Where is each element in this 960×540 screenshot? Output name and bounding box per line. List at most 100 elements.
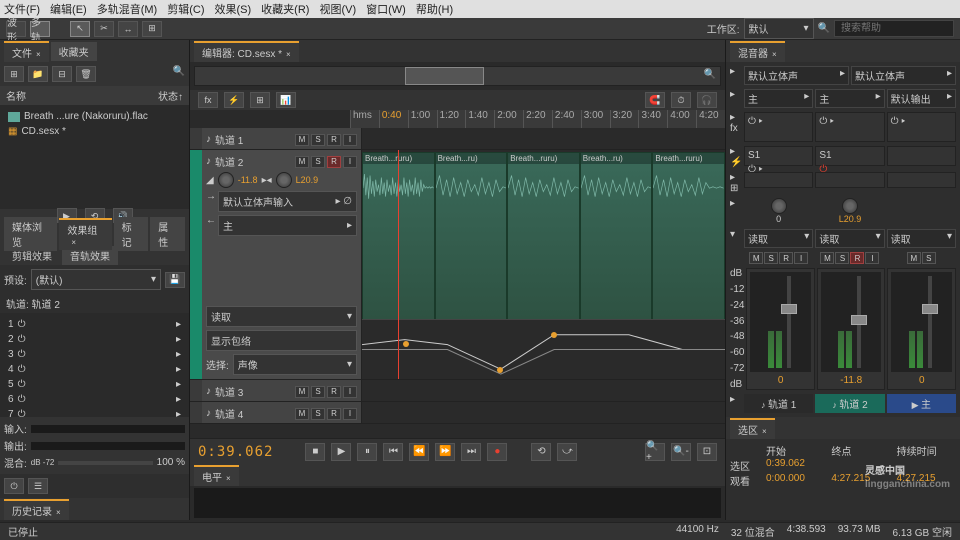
- record-button[interactable]: ●: [487, 443, 507, 461]
- monitor-button[interactable]: I: [343, 134, 357, 146]
- mixer-bus-dropdown[interactable]: 主▸: [815, 89, 884, 108]
- automation-dropdown[interactable]: 读取▾: [744, 229, 813, 248]
- fx-slot[interactable]: 3 ⏻▸: [4, 347, 185, 362]
- record-button[interactable]: R: [779, 252, 793, 264]
- channel-name[interactable]: ▶ 主: [887, 394, 956, 413]
- mixer-output-dropdown[interactable]: 默认立体声▸: [744, 66, 849, 85]
- solo-button[interactable]: S: [922, 252, 936, 264]
- fader[interactable]: [787, 276, 791, 368]
- tab-selection[interactable]: 选区×: [730, 418, 775, 439]
- search-help-input[interactable]: [834, 20, 954, 37]
- solo-button[interactable]: S: [311, 134, 325, 146]
- mute-button[interactable]: M: [749, 252, 763, 264]
- automation-dropdown[interactable]: 读取▾: [815, 229, 884, 248]
- record-button[interactable]: R: [850, 252, 864, 264]
- pan-knob[interactable]: [276, 172, 292, 188]
- fx-slot[interactable]: 6 ⏻▸: [4, 392, 185, 407]
- rewind-button[interactable]: ⏪: [409, 443, 429, 461]
- mute-button[interactable]: M: [820, 252, 834, 264]
- automation-point[interactable]: [551, 332, 557, 338]
- fader[interactable]: [928, 276, 932, 368]
- automation-mode-dropdown[interactable]: 读取▾: [206, 306, 357, 327]
- record-button[interactable]: R: [327, 134, 341, 146]
- file-item[interactable]: Breath ...ure (Nakoruru).flac: [4, 109, 185, 124]
- fx-edit-button[interactable]: ☰: [28, 478, 48, 494]
- menu-help[interactable]: 帮助(H): [416, 1, 453, 17]
- time-ruler[interactable]: hms 0:40 1:00 1:20 1:40 2:00 2:20 2:40 3…: [350, 110, 725, 128]
- solo-button[interactable]: S: [764, 252, 778, 264]
- workspace-dropdown[interactable]: 默认▾: [744, 18, 814, 39]
- view-end-value[interactable]: 4:27.215: [831, 473, 890, 488]
- pan-knob[interactable]: [842, 198, 858, 214]
- solo-button[interactable]: S: [311, 386, 325, 398]
- channel-name[interactable]: ♪ 轨道 1: [744, 394, 813, 413]
- zoom-fit-button[interactable]: ⊡: [697, 443, 717, 461]
- timecode-display[interactable]: 0:39.062: [198, 444, 273, 460]
- snap-button[interactable]: 🧲: [645, 92, 665, 108]
- track-name[interactable]: 轨道 4: [215, 406, 243, 421]
- menu-view[interactable]: 视图(V): [319, 1, 356, 17]
- solo-button[interactable]: S: [311, 156, 325, 168]
- eq-button[interactable]: ⊞: [250, 92, 270, 108]
- tab-properties[interactable]: 属性: [150, 217, 185, 251]
- fx-slot[interactable]: 5 ⏻▸: [4, 377, 185, 392]
- monitor-button[interactable]: I: [343, 408, 357, 420]
- fx-slot[interactable]: 1 ⏻▸: [4, 317, 185, 332]
- mode-waveform-button[interactable]: 波形: [6, 21, 26, 37]
- editor-tab[interactable]: 编辑器: CD.sesx *×: [194, 41, 299, 62]
- files-import-button[interactable]: ⊟: [52, 66, 72, 82]
- menu-favorites[interactable]: 收藏夹(R): [261, 1, 309, 17]
- tool-move[interactable]: ↖: [70, 21, 90, 37]
- output-dropdown[interactable]: 主▸: [218, 215, 357, 236]
- metronome-button[interactable]: ⏱: [671, 92, 691, 108]
- tab-levels[interactable]: 电平×: [194, 465, 239, 486]
- monitor-button[interactable]: I: [343, 386, 357, 398]
- sends-button[interactable]: ⚡: [224, 92, 244, 108]
- tab-favorites[interactable]: 收藏夹: [51, 42, 97, 61]
- col-name[interactable]: 名称: [6, 88, 26, 103]
- zoom-out-button[interactable]: 🔍-: [671, 443, 691, 461]
- sel-start-value[interactable]: 0:39.062: [766, 458, 825, 473]
- mode-multitrack-button[interactable]: 多轨: [30, 21, 50, 37]
- record-button[interactable]: R: [327, 156, 341, 168]
- fx-slot[interactable]: 4 ⏻▸: [4, 362, 185, 377]
- forward-button[interactable]: ⏩: [435, 443, 455, 461]
- tab-media-browser[interactable]: 媒体浏览: [4, 217, 57, 251]
- record-button[interactable]: R: [327, 386, 341, 398]
- tool-razor[interactable]: ✂: [94, 21, 114, 37]
- files-open-button[interactable]: 📁: [28, 66, 48, 82]
- show-envelope-dropdown[interactable]: 显示包络: [206, 330, 357, 351]
- channel-name[interactable]: ♪ 轨道 2: [815, 394, 884, 413]
- input-dropdown[interactable]: 默认立体声输入▸ ∅: [218, 191, 357, 212]
- files-close-button[interactable]: 🗑: [76, 66, 96, 82]
- volume-knob[interactable]: [218, 172, 234, 188]
- menu-edit[interactable]: 编辑(E): [50, 1, 87, 17]
- tab-mixer[interactable]: 混音器×: [730, 41, 785, 62]
- fader[interactable]: [857, 276, 861, 368]
- mute-button[interactable]: M: [907, 252, 921, 264]
- track-name[interactable]: 轨道 1: [215, 132, 243, 147]
- monitor-button[interactable]: I: [865, 252, 879, 264]
- mute-button[interactable]: M: [295, 134, 309, 146]
- track-name[interactable]: 轨道 2: [215, 154, 243, 169]
- monitor-button[interactable]: I: [794, 252, 808, 264]
- go-start-button[interactable]: ⏮: [383, 443, 403, 461]
- tab-effects-rack[interactable]: 效果组×: [59, 218, 111, 250]
- tab-files[interactable]: 文件×: [4, 41, 49, 62]
- menu-window[interactable]: 窗口(W): [366, 1, 406, 17]
- col-status[interactable]: 状态↑: [158, 88, 183, 103]
- pan-knob[interactable]: [771, 198, 787, 214]
- menu-clip[interactable]: 剪辑(C): [167, 1, 204, 17]
- chart-button[interactable]: 📊: [276, 92, 296, 108]
- mute-button[interactable]: M: [295, 386, 309, 398]
- select-envelope-dropdown[interactable]: 声像▾: [233, 354, 357, 375]
- automation-point[interactable]: [497, 367, 503, 373]
- menu-multitrack[interactable]: 多轨混音(M): [97, 1, 158, 17]
- tab-history[interactable]: 历史记录×: [4, 499, 69, 520]
- mixer-bus-dropdown[interactable]: 主▸: [744, 89, 813, 108]
- fx-slot[interactable]: 2 ⏻▸: [4, 332, 185, 347]
- preset-save-button[interactable]: 💾: [165, 272, 185, 288]
- zoom-icon[interactable]: 🔍: [704, 69, 716, 80]
- files-new-button[interactable]: ⊞: [4, 66, 24, 82]
- mute-button[interactable]: M: [295, 156, 309, 168]
